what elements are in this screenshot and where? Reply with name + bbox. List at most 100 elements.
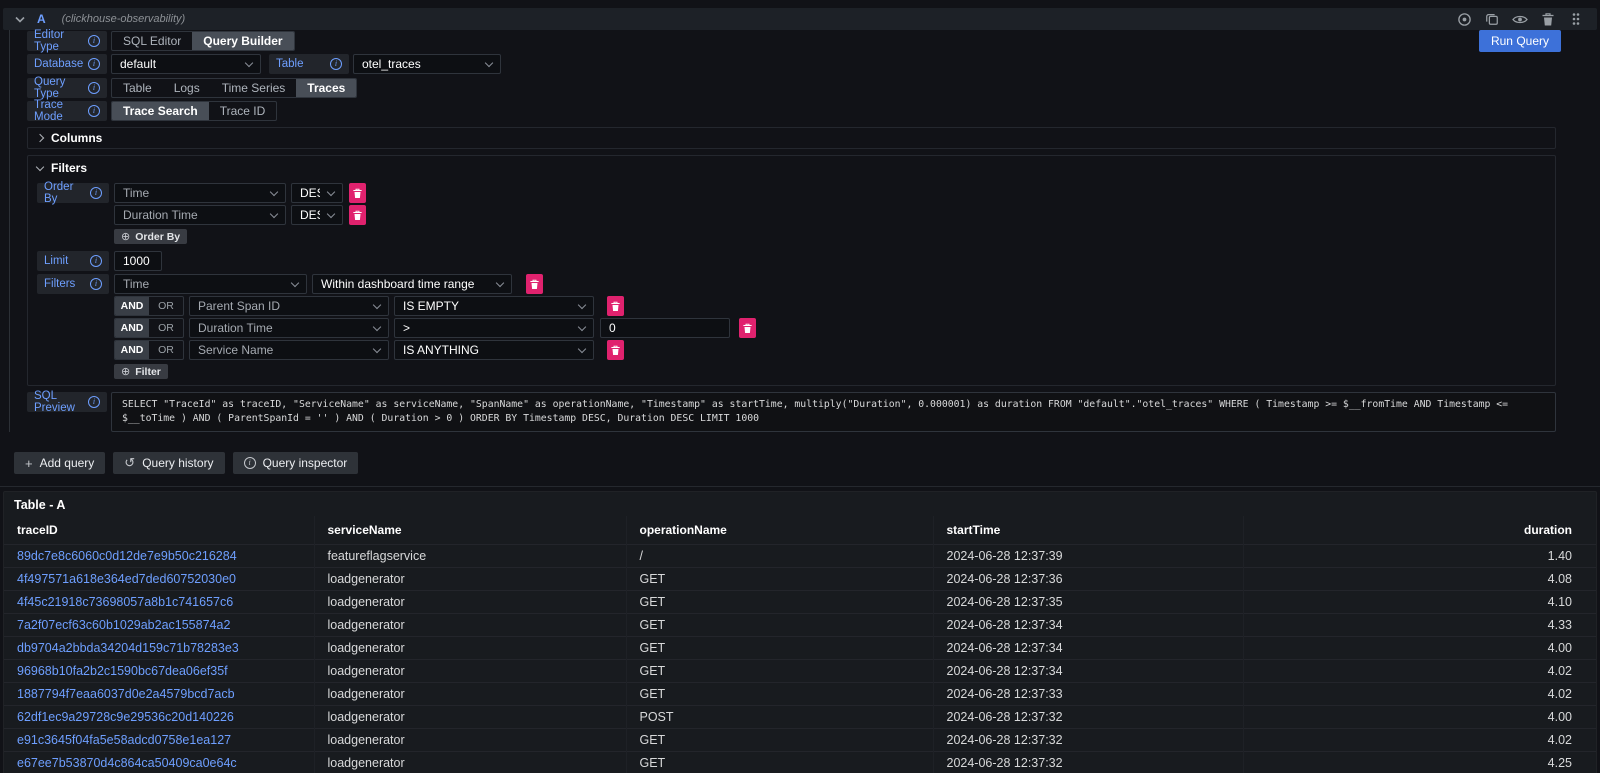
columns-section-header[interactable]: Columns [27,127,1556,149]
cell-traceID[interactable]: 62df1ec9a29728c9e29536c20d140226 [4,705,314,728]
info-icon[interactable]: i [88,396,100,408]
cell-traceID[interactable]: 7a2f07ecf63c60b1029ab2ac155874a2 [4,613,314,636]
order-by-field-select[interactable]: Time [114,183,286,203]
run-query-button[interactable]: Run Query [1479,30,1561,52]
trash-icon[interactable] [1539,10,1557,28]
filters-section-header[interactable]: Filters [28,161,1555,175]
cell-startTime: 2024-06-28 12:37:35 [933,590,1243,613]
table-row: 96968b10fa2b2c1590bc67dea06ef35floadgene… [4,659,1596,682]
editor-footer: + Add query ↺ Query history i Query insp… [14,452,1600,474]
trace-id-link[interactable]: 1887794f7eaa6037d0e2a4579bcd7acb [17,687,235,701]
filter-field-select[interactable]: Service Name [189,340,389,360]
trace-id-link[interactable]: db9704a2bbda34204d159c71b78283e3 [17,641,239,655]
column-header-operationName[interactable]: operationName [626,516,933,544]
info-icon[interactable]: i [90,187,102,199]
option-logs[interactable]: Logs [163,79,211,97]
cell-traceID[interactable]: 4f45c21918c73698057a8b1c741657c6 [4,590,314,613]
remove-filter-button[interactable] [526,274,543,294]
cell-traceID[interactable]: 1887794f7eaa6037d0e2a4579bcd7acb [4,682,314,705]
cell-startTime: 2024-06-28 12:37:39 [933,544,1243,567]
cell-traceID[interactable]: e67ee7b53870d4c864ca50409ca0e64c [4,751,314,773]
filter-row: AND OR Parent Span ID IS EMPTY [37,296,1546,316]
remove-order-by-button[interactable] [349,183,366,203]
panel-title[interactable]: Table - A [4,492,1596,516]
option-and[interactable]: AND [115,319,149,337]
option-or[interactable]: OR [149,341,183,359]
info-icon[interactable]: i [88,35,100,47]
column-header-startTime[interactable]: startTime [933,516,1243,544]
query-name[interactable]: A [37,12,46,26]
option-or[interactable]: OR [149,297,183,315]
option-traces[interactable]: Traces [296,79,356,97]
filter-operator-select[interactable]: > [394,318,594,338]
cell-traceID[interactable]: db9704a2bbda34204d159c71b78283e3 [4,636,314,659]
cell-duration: 4.02 [1243,682,1596,705]
table-select[interactable]: otel_traces [353,54,501,74]
info-icon[interactable]: i [88,58,100,70]
eye-icon[interactable] [1511,10,1529,28]
column-header-traceID[interactable]: traceID [4,516,314,544]
filter-field-select[interactable]: Duration Time [189,318,389,338]
option-sql-editor[interactable]: SQL Editor [112,32,192,50]
option-or[interactable]: OR [149,319,183,337]
trace-id-link[interactable]: e67ee7b53870d4c864ca50409ca0e64c [17,756,237,770]
cell-startTime: 2024-06-28 12:37:36 [933,567,1243,590]
limit-input[interactable] [114,251,162,271]
cell-operationName: GET [626,590,933,613]
option-table[interactable]: Table [112,79,163,97]
info-icon[interactable]: i [90,255,102,267]
info-icon[interactable]: i [88,105,100,117]
remove-filter-button[interactable] [607,340,624,360]
cell-duration: 1.40 [1243,544,1596,567]
query-inspector-button[interactable]: i Query inspector [233,452,359,474]
trace-id-link[interactable]: 7a2f07ecf63c60b1029ab2ac155874a2 [17,618,230,632]
query-history-button[interactable]: ↺ Query history [113,452,224,474]
option-query-builder[interactable]: Query Builder [192,32,293,50]
cell-traceID[interactable]: 96968b10fa2b2c1590bc67dea06ef35f [4,659,314,682]
limit-label: Limiti [37,251,109,271]
filter-field-select[interactable]: Parent Span ID [189,296,389,316]
order-by-field-select[interactable]: Duration Time [114,205,286,225]
add-filter-button[interactable]: ⊕ Filter [114,364,168,379]
column-header-duration[interactable]: duration [1243,516,1596,544]
option-trace-id[interactable]: Trace ID [209,102,277,120]
table-panel: Table - A traceIDserviceNameoperationNam… [3,491,1597,773]
filter-field-select[interactable]: Time [114,274,307,294]
info-icon[interactable]: i [88,82,100,94]
info-icon[interactable]: i [330,58,342,70]
add-order-by-button[interactable]: ⊕ Order By [114,229,187,244]
filter-operator-select[interactable]: IS EMPTY [394,296,594,316]
cell-traceID[interactable]: e91c3645f04fa5e58adcd0758e1ea127 [4,728,314,751]
remove-filter-button[interactable] [739,318,756,338]
filter-value-input[interactable] [600,318,730,338]
filter-operator-select[interactable]: IS ANYTHING [394,340,594,360]
info-icon[interactable]: i [90,278,102,290]
table-row: 7a2f07ecf63c60b1029ab2ac155874a2loadgene… [4,613,1596,636]
add-query-button[interactable]: + Add query [14,452,105,474]
remove-filter-button[interactable] [607,296,624,316]
remove-order-by-button[interactable] [349,205,366,225]
cell-traceID[interactable]: 4f497571a618e364ed7ded60752030e0 [4,567,314,590]
order-by-direction-select[interactable]: DESC [291,183,343,203]
collapse-chevron-icon[interactable] [15,16,25,23]
option-time-series[interactable]: Time Series [211,79,297,97]
option-and[interactable]: AND [115,297,149,315]
trace-id-link[interactable]: 4f45c21918c73698057a8b1c741657c6 [17,595,233,609]
query-row-header[interactable]: A (clickhouse-observability) [3,8,1597,30]
option-and[interactable]: AND [115,341,149,359]
cell-traceID[interactable]: 89dc7e8c6060c0d12de7e9b50c216284 [4,544,314,567]
drag-handle-icon[interactable] [1567,10,1585,28]
trace-id-link[interactable]: 62df1ec9a29728c9e29536c20d140226 [17,710,234,724]
copy-icon[interactable] [1483,10,1501,28]
trace-id-link[interactable]: 96968b10fa2b2c1590bc67dea06ef35f [17,664,228,678]
option-trace-search[interactable]: Trace Search [112,102,209,120]
order-by-direction-select[interactable]: DESC [291,205,343,225]
trace-id-link[interactable]: 89dc7e8c6060c0d12de7e9b50c216284 [17,549,237,563]
dot-circle-icon[interactable] [1455,10,1473,28]
trace-id-link[interactable]: 4f497571a618e364ed7ded60752030e0 [17,572,236,586]
column-header-serviceName[interactable]: serviceName [314,516,626,544]
filter-operator-select[interactable]: Within dashboard time range [312,274,512,294]
database-select[interactable]: default [111,54,261,74]
trace-id-link[interactable]: e91c3645f04fa5e58adcd0758e1ea127 [17,733,231,747]
table-row: e67ee7b53870d4c864ca50409ca0e64cloadgene… [4,751,1596,773]
